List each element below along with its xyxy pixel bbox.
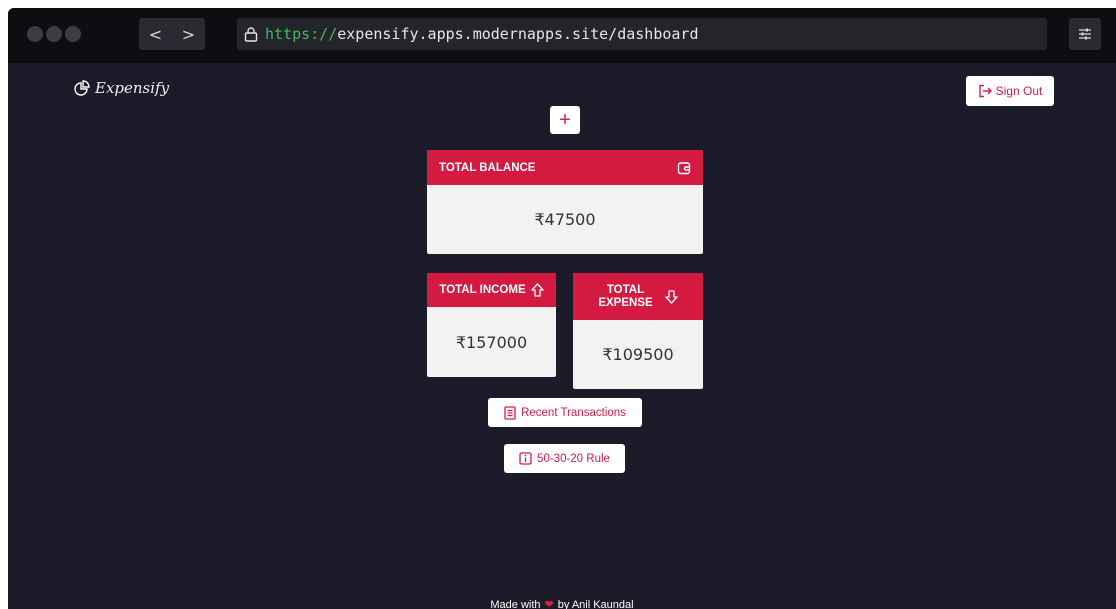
settings-button[interactable] [1069, 18, 1101, 50]
logo-text: Expensify [95, 79, 170, 97]
url-path: expensify.apps.modernapps.site/dashboard [337, 25, 699, 43]
arrow-up-icon [530, 283, 544, 297]
dashboard-page: Expensify Sign Out + TOTAL BALANCE ₹4750… [8, 63, 1116, 609]
browser-toolbar: < > https://expensify.apps.modernapps.si… [8, 8, 1116, 63]
app-logo[interactable]: Expensify [74, 79, 169, 97]
nav-buttons: < > [139, 18, 205, 50]
rule-50-30-20-button[interactable]: 50-30-20 Rule [504, 444, 625, 473]
recent-transactions-label: Recent Transactions [521, 406, 626, 419]
window-close-dot[interactable] [27, 26, 43, 42]
total-expense-header: TOTAL EXPENSE [573, 273, 703, 320]
url-scheme: https:// [265, 25, 338, 43]
back-button[interactable]: < [139, 18, 172, 50]
total-income-header: TOTAL INCOME [427, 273, 556, 307]
browser-window: < > https://expensify.apps.modernapps.si… [8, 8, 1116, 609]
footer: Made with ❤ by Anil Kaundal [8, 598, 1116, 609]
window-maximize-dot[interactable] [65, 26, 81, 42]
total-income-title: TOTAL INCOME [439, 284, 526, 296]
sign-out-button[interactable]: Sign Out [966, 76, 1054, 106]
arrow-down-icon [665, 289, 678, 304]
footer-prefix: Made with [490, 599, 541, 609]
forward-button[interactable]: > [172, 18, 205, 50]
wallet-icon [677, 161, 691, 175]
heart-icon: ❤ [544, 599, 554, 609]
receipt-icon [504, 405, 516, 420]
total-income-value: ₹157000 [455, 332, 528, 352]
total-balance-card: TOTAL BALANCE ₹47500 [427, 150, 703, 254]
total-expense-value: ₹109500 [602, 345, 674, 364]
total-expense-title-line2: EXPENSE [598, 296, 653, 309]
info-icon [519, 452, 532, 465]
recent-transactions-button[interactable]: Recent Transactions [488, 398, 642, 427]
rule-50-30-20-label: 50-30-20 Rule [537, 452, 610, 465]
sliders-icon [1077, 26, 1093, 42]
address-bar[interactable]: https://expensify.apps.modernapps.site/d… [237, 18, 1047, 50]
total-income-card: TOTAL INCOME ₹157000 [427, 273, 556, 377]
window-minimize-dot[interactable] [46, 26, 62, 42]
pie-chart-icon [74, 80, 90, 96]
footer-suffix: by Anil Kaundal [557, 599, 634, 609]
add-transaction-button[interactable]: + [550, 106, 580, 134]
url-text: https://expensify.apps.modernapps.site/d… [265, 25, 698, 43]
total-expense-title: TOTAL EXPENSE [598, 284, 652, 310]
total-expense-card: TOTAL EXPENSE ₹109500 [573, 273, 703, 389]
total-balance-title: TOTAL BALANCE [439, 161, 536, 174]
total-expense-title-line1: TOTAL [606, 283, 645, 296]
total-balance-value: ₹47500 [534, 210, 596, 229]
sign-out-icon [978, 84, 992, 98]
total-balance-header: TOTAL BALANCE [427, 150, 703, 185]
lock-icon [243, 26, 259, 42]
sign-out-label: Sign Out [995, 84, 1043, 98]
